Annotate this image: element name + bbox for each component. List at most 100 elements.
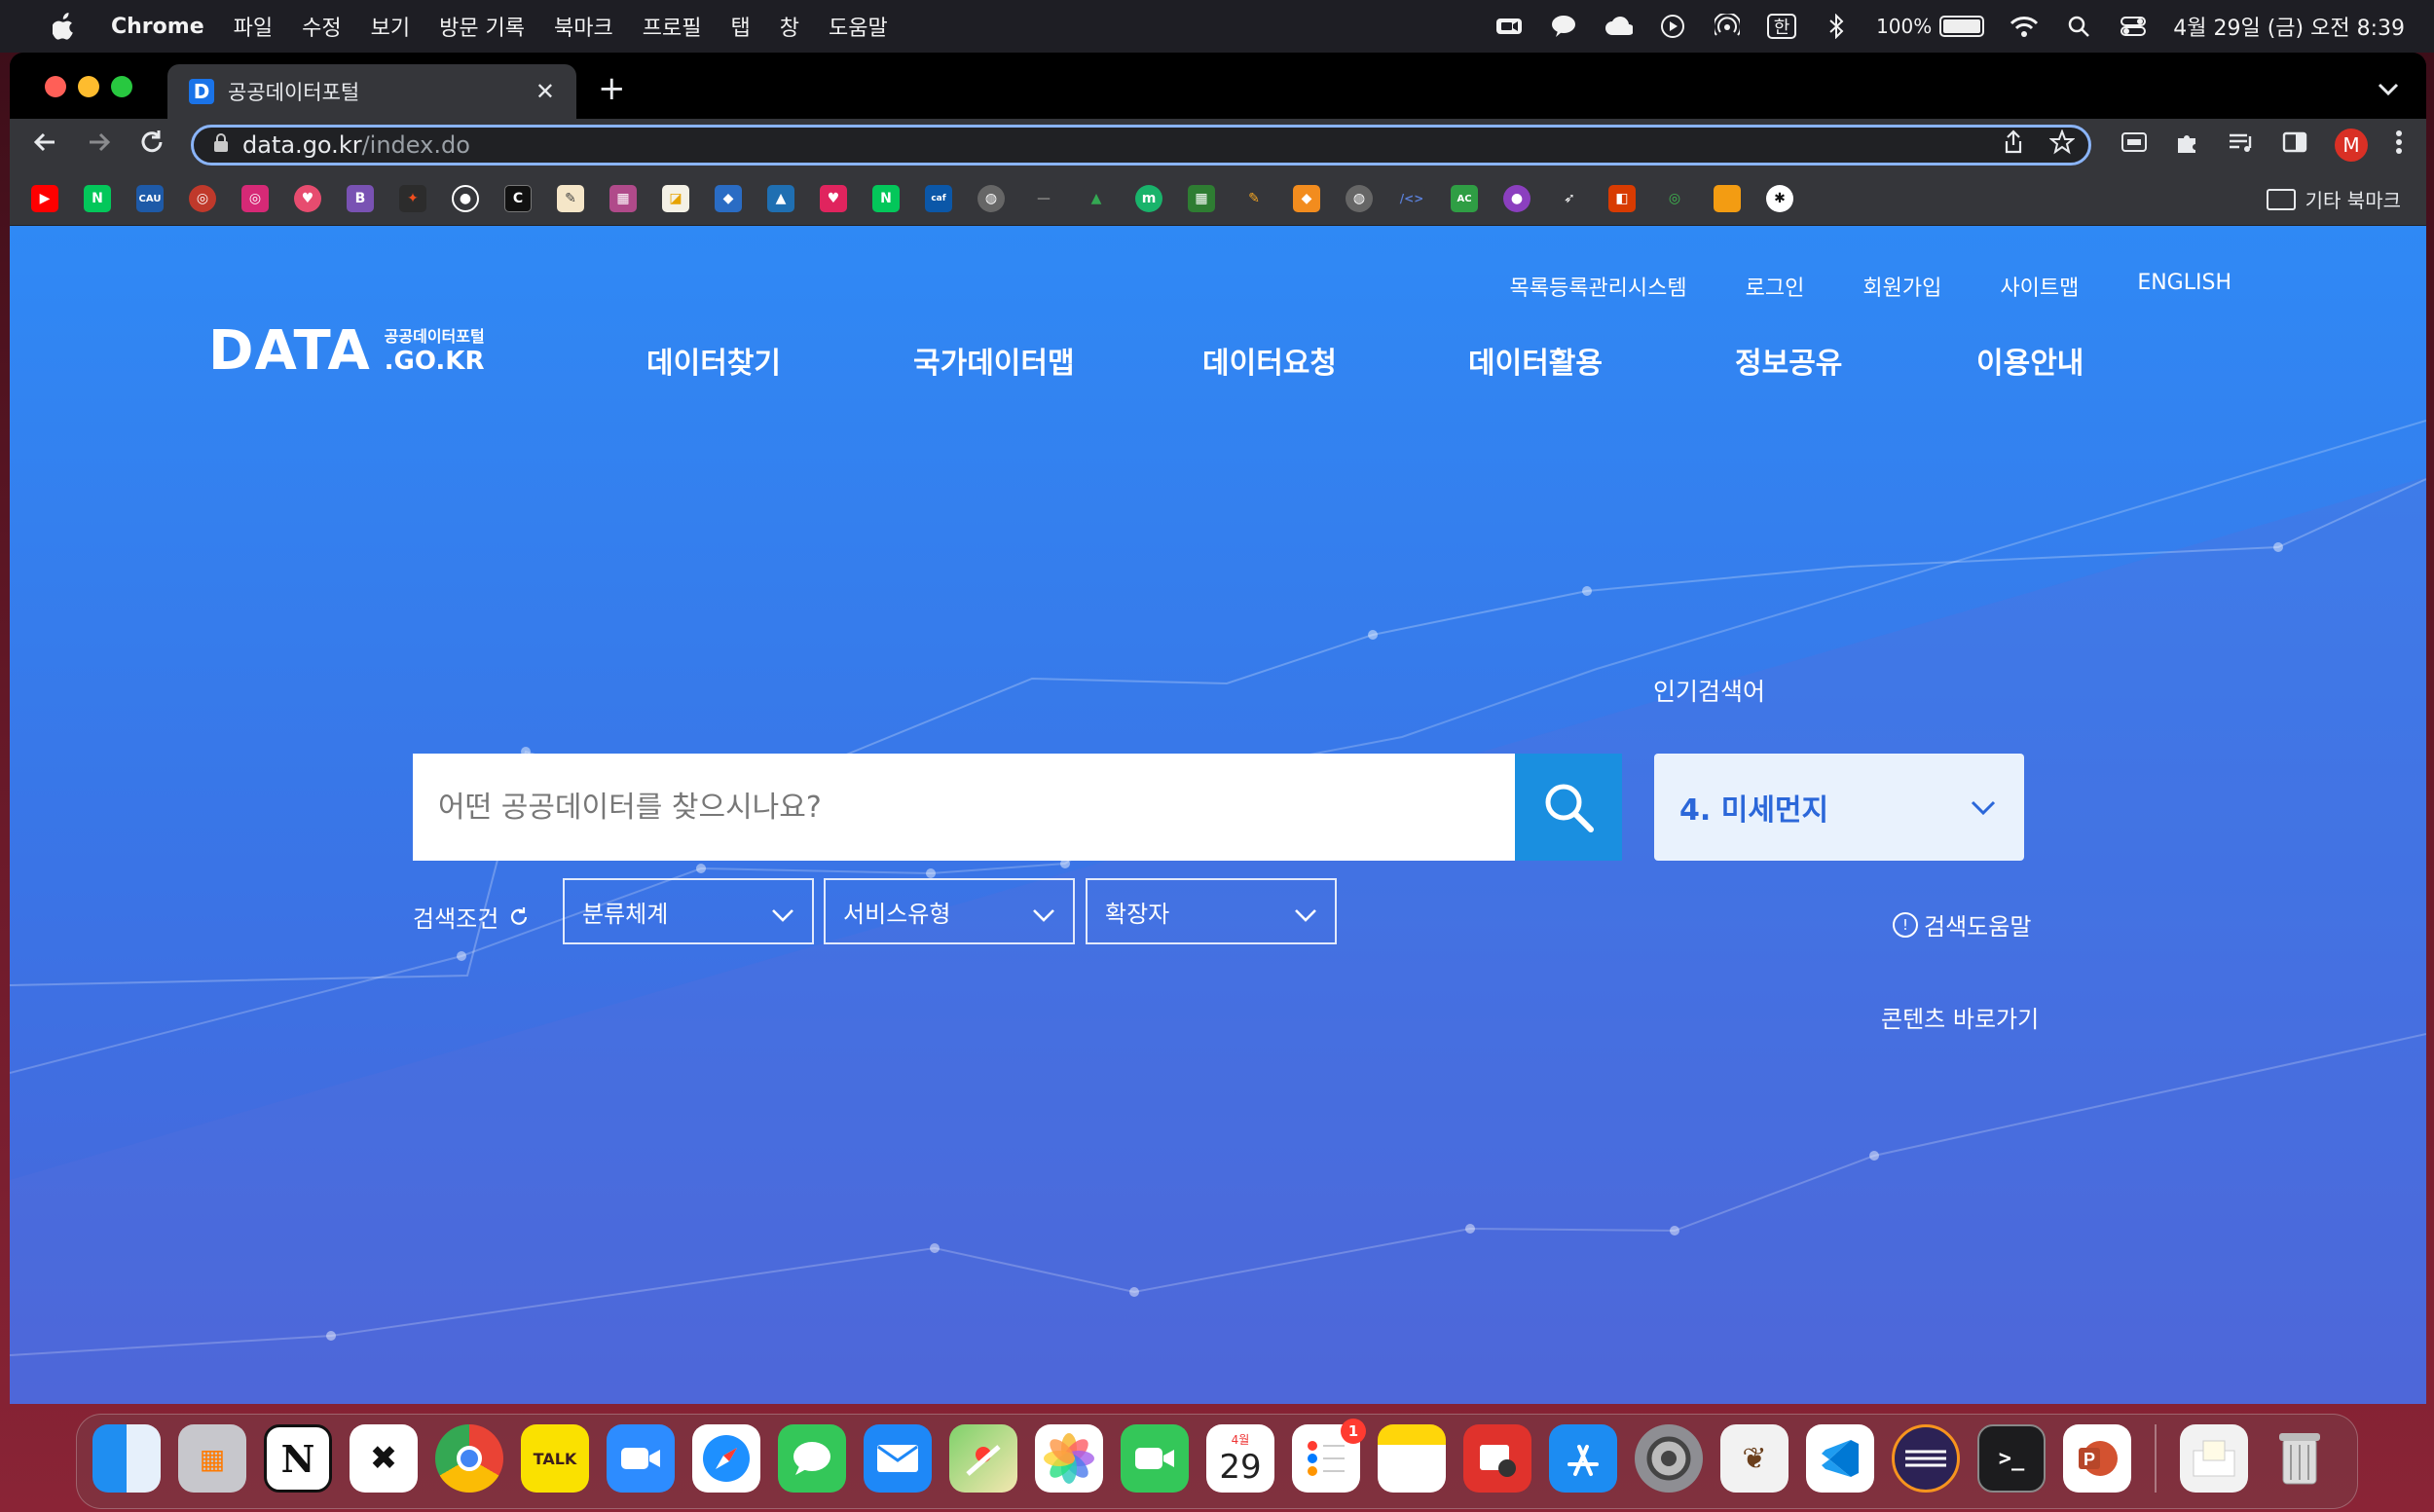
kakaotalk-status-icon[interactable] xyxy=(1549,14,1578,39)
calendar-icon[interactable]: 4월 29 xyxy=(1206,1424,1274,1493)
link-sitemap[interactable]: 사이트맵 xyxy=(2000,271,2079,302)
play-circle-icon[interactable] xyxy=(1658,14,1687,39)
bookmark-naver-icon[interactable]: N xyxy=(84,185,111,212)
eclipse-icon[interactable] xyxy=(1892,1424,1960,1493)
system-preferences-icon[interactable] xyxy=(1635,1424,1703,1493)
reading-list-icon[interactable] xyxy=(2228,130,2255,161)
side-panel-icon[interactable] xyxy=(2282,130,2307,161)
bookmark-white-circle-icon[interactable]: ✱ xyxy=(1766,185,1793,212)
bookmark-drive-icon[interactable]: ▲ xyxy=(1083,185,1110,212)
minimize-window-button[interactable] xyxy=(78,76,99,97)
bookmark-photo-icon[interactable]: ▦ xyxy=(609,185,637,212)
airdrop-icon[interactable] xyxy=(1713,14,1742,39)
battery-icon[interactable] xyxy=(1939,16,1985,37)
bookmark-green-circle-icon[interactable]: ◎ xyxy=(1661,185,1688,212)
trash-icon[interactable] xyxy=(2266,1424,2334,1493)
wifi-icon[interactable] xyxy=(2010,14,2039,39)
extensions-puzzle-icon[interactable] xyxy=(2175,129,2200,162)
popular-keyword-dropdown[interactable]: 4. 미세먼지 xyxy=(1654,754,2024,861)
bookmark-pencil-icon[interactable]: ✎ xyxy=(1240,185,1268,212)
menu-bookmarks[interactable]: 북마크 xyxy=(554,11,613,42)
app-store-icon[interactable] xyxy=(1549,1424,1617,1493)
bookmark-instagram-icon[interactable]: ◎ xyxy=(241,185,269,212)
zoom-status-icon[interactable] xyxy=(1494,14,1524,39)
fullscreen-window-button[interactable] xyxy=(111,76,132,97)
menu-tab[interactable]: 탭 xyxy=(731,11,751,42)
search-condition[interactable]: 검색조건 xyxy=(413,900,532,934)
filter-extension-select[interactable]: 확장자 xyxy=(1086,878,1337,944)
nav-info-sharing[interactable]: 정보공유 xyxy=(1735,339,1842,382)
menu-history[interactable]: 방문 기록 xyxy=(439,11,525,42)
input-source-icon[interactable]: 한 xyxy=(1767,14,1797,39)
bookmark-globe-icon[interactable]: ◍ xyxy=(977,185,1005,212)
bookmark-cau-icon[interactable]: CAU xyxy=(136,185,164,212)
bookmark-ac-icon[interactable]: AC xyxy=(1451,185,1478,212)
nav-data-request[interactable]: 데이터요청 xyxy=(1202,339,1337,382)
bookmark-red-circle-icon[interactable]: ◎ xyxy=(189,185,216,212)
bookmark-grid-icon[interactable]: ▦ xyxy=(1188,185,1215,212)
safari-icon[interactable] xyxy=(692,1424,760,1493)
nav-data-search[interactable]: 데이터찾기 xyxy=(646,339,781,382)
bookmark-code-icon[interactable]: /<> xyxy=(1398,185,1425,212)
reset-icon[interactable] xyxy=(506,904,532,930)
finder-icon[interactable] xyxy=(92,1424,161,1493)
menu-help[interactable]: 도움말 xyxy=(829,11,888,42)
bluetooth-icon[interactable] xyxy=(1822,14,1851,39)
search-input[interactable] xyxy=(413,754,1515,861)
notion-icon[interactable]: N xyxy=(264,1424,332,1493)
zoom-icon[interactable] xyxy=(607,1424,675,1493)
bookmark-github-icon[interactable]: ● xyxy=(452,185,479,212)
search-button[interactable] xyxy=(1515,754,1622,861)
link-english[interactable]: ENGLISH xyxy=(2137,271,2231,302)
menu-edit[interactable]: 수정 xyxy=(302,11,341,42)
back-arrow-icon[interactable] xyxy=(27,129,62,163)
photo-booth-icon[interactable] xyxy=(1463,1424,1531,1493)
bookmark-heart-red-icon[interactable]: ♥ xyxy=(820,185,847,212)
media-router-icon[interactable] xyxy=(2121,130,2148,161)
nav-national-data-map[interactable]: 국가데이터맵 xyxy=(913,339,1075,382)
bookmark-bootstrap-icon[interactable]: B xyxy=(347,185,374,212)
bookmark-c-icon[interactable]: C xyxy=(504,185,532,212)
notes-icon[interactable] xyxy=(1378,1424,1446,1493)
kakaotalk-icon[interactable]: TALK xyxy=(521,1424,589,1493)
launchpad-icon[interactable]: ▦ xyxy=(178,1424,246,1493)
bookmark-globe2-icon[interactable]: ◍ xyxy=(1346,185,1373,212)
bookmark-dash-icon[interactable]: — xyxy=(1030,185,1057,212)
menu-app-name[interactable]: Chrome xyxy=(111,15,204,39)
spotlight-search-icon[interactable] xyxy=(2064,14,2093,39)
link-catalog-system[interactable]: 목록등록관리시스템 xyxy=(1509,271,1686,302)
preview-ce-icon[interactable]: ❦ xyxy=(1720,1424,1789,1493)
bookmark-youtube-icon[interactable]: ▶ xyxy=(31,185,58,212)
facetime-icon[interactable] xyxy=(1121,1424,1189,1493)
tab-search-chevron-icon[interactable] xyxy=(2378,74,2399,103)
bookmark-m-icon[interactable]: m xyxy=(1135,185,1162,212)
menu-window[interactable]: 창 xyxy=(780,11,799,42)
mail-icon[interactable] xyxy=(864,1424,932,1493)
downloads-stack-icon[interactable] xyxy=(2180,1424,2248,1493)
nav-guide[interactable]: 이용안내 xyxy=(1976,339,2084,382)
filter-service-type-select[interactable]: 서비스유형 xyxy=(824,878,1075,944)
browser-menu-icon[interactable] xyxy=(2395,129,2403,162)
menu-file[interactable]: 파일 xyxy=(234,11,273,42)
search-help-link[interactable]: ! 검색도움말 xyxy=(1893,907,2031,941)
bookmark-box-icon[interactable]: ◆ xyxy=(1293,185,1320,212)
bookmark-graduation-icon[interactable]: ▲ xyxy=(767,185,794,212)
chrome-dock-icon[interactable] xyxy=(435,1424,503,1493)
menu-clock[interactable]: 4월 29일 (금) 오전 8:39 xyxy=(2173,11,2405,42)
bookmark-naver2-icon[interactable]: N xyxy=(872,185,900,212)
terminal-icon[interactable]: >_ xyxy=(1977,1424,2046,1493)
new-tab-button[interactable]: + xyxy=(598,72,626,105)
photos-icon[interactable] xyxy=(1035,1424,1103,1493)
tab-close-icon[interactable]: ✕ xyxy=(535,78,555,105)
bookmark-chart-icon[interactable]: ◪ xyxy=(662,185,689,212)
bookmark-bird-icon[interactable]: ➶ xyxy=(1556,185,1583,212)
bookmark-cafe-icon[interactable]: caf xyxy=(925,185,952,212)
craft-icon[interactable]: ✖ xyxy=(350,1424,418,1493)
messages-icon[interactable] xyxy=(778,1424,846,1493)
cloud-icon[interactable] xyxy=(1604,14,1634,39)
powerpoint-icon[interactable]: P xyxy=(2063,1424,2131,1493)
bookmark-note-icon[interactable]: ✎ xyxy=(557,185,584,212)
tab-active[interactable]: D 공공데이터포털 ✕ xyxy=(167,64,576,119)
reminders-icon[interactable]: 1 xyxy=(1292,1419,1366,1493)
lock-icon[interactable] xyxy=(213,132,229,158)
